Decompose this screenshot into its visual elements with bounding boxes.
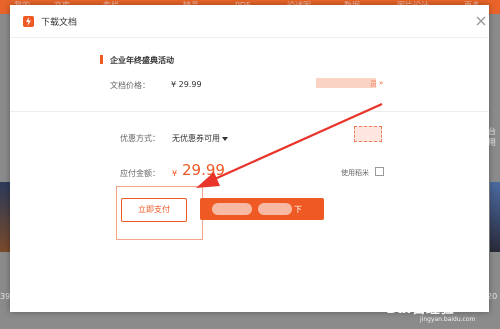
coupon-label: 优惠方式： bbox=[120, 134, 160, 143]
blurred-text bbox=[258, 203, 292, 215]
baidu-watermark: Bai百经验 bbox=[387, 301, 454, 317]
section-marker bbox=[100, 55, 103, 64]
total-currency: ¥ bbox=[172, 169, 178, 178]
dialog-title: 下载文档 bbox=[41, 18, 78, 28]
promo-arrow-icon[interactable]: » bbox=[379, 79, 383, 87]
dialog-header: 下载文档 bbox=[10, 5, 489, 38]
document-logo-icon bbox=[23, 16, 34, 27]
download-dialog: 下载文档 企业年终盛典活动 文档价格： ¥ 29.99 员 » 优惠方式： 无优… bbox=[10, 5, 489, 312]
download-button[interactable]: 下 bbox=[200, 198, 324, 220]
background-text: 台用 bbox=[488, 127, 496, 147]
background-thumbnail bbox=[0, 182, 10, 252]
download-button-label: 下 bbox=[294, 205, 302, 214]
blurred-chip bbox=[354, 126, 382, 142]
coupon-dropdown[interactable]: 无优惠券可用 bbox=[172, 133, 228, 144]
blurred-text bbox=[212, 203, 252, 215]
promo-link-blurred[interactable] bbox=[316, 78, 376, 88]
price-label: 文档价格： bbox=[110, 81, 150, 90]
use-bean-checkbox[interactable] bbox=[375, 167, 384, 176]
total-label: 应付金额： bbox=[120, 169, 160, 178]
pay-now-button[interactable]: 立即支付 bbox=[121, 198, 187, 222]
background-thumbnail bbox=[490, 182, 500, 252]
chevron-down-icon bbox=[222, 136, 228, 141]
background-text: 39 bbox=[0, 292, 11, 301]
total-amount: 29.99 bbox=[182, 161, 225, 179]
promo-link-text[interactable]: 员 bbox=[370, 79, 377, 89]
price-value: ¥ 29.99 bbox=[171, 80, 202, 89]
divider bbox=[10, 111, 489, 112]
watermark-url: jingyan.baidu.com bbox=[420, 316, 476, 323]
promotion-title: 企业年终盛典活动 bbox=[110, 56, 174, 65]
coupon-dropdown-value: 无优惠券可用 bbox=[172, 134, 220, 143]
use-bean-label: 使用稻米 bbox=[341, 169, 369, 177]
close-icon[interactable] bbox=[475, 12, 487, 26]
